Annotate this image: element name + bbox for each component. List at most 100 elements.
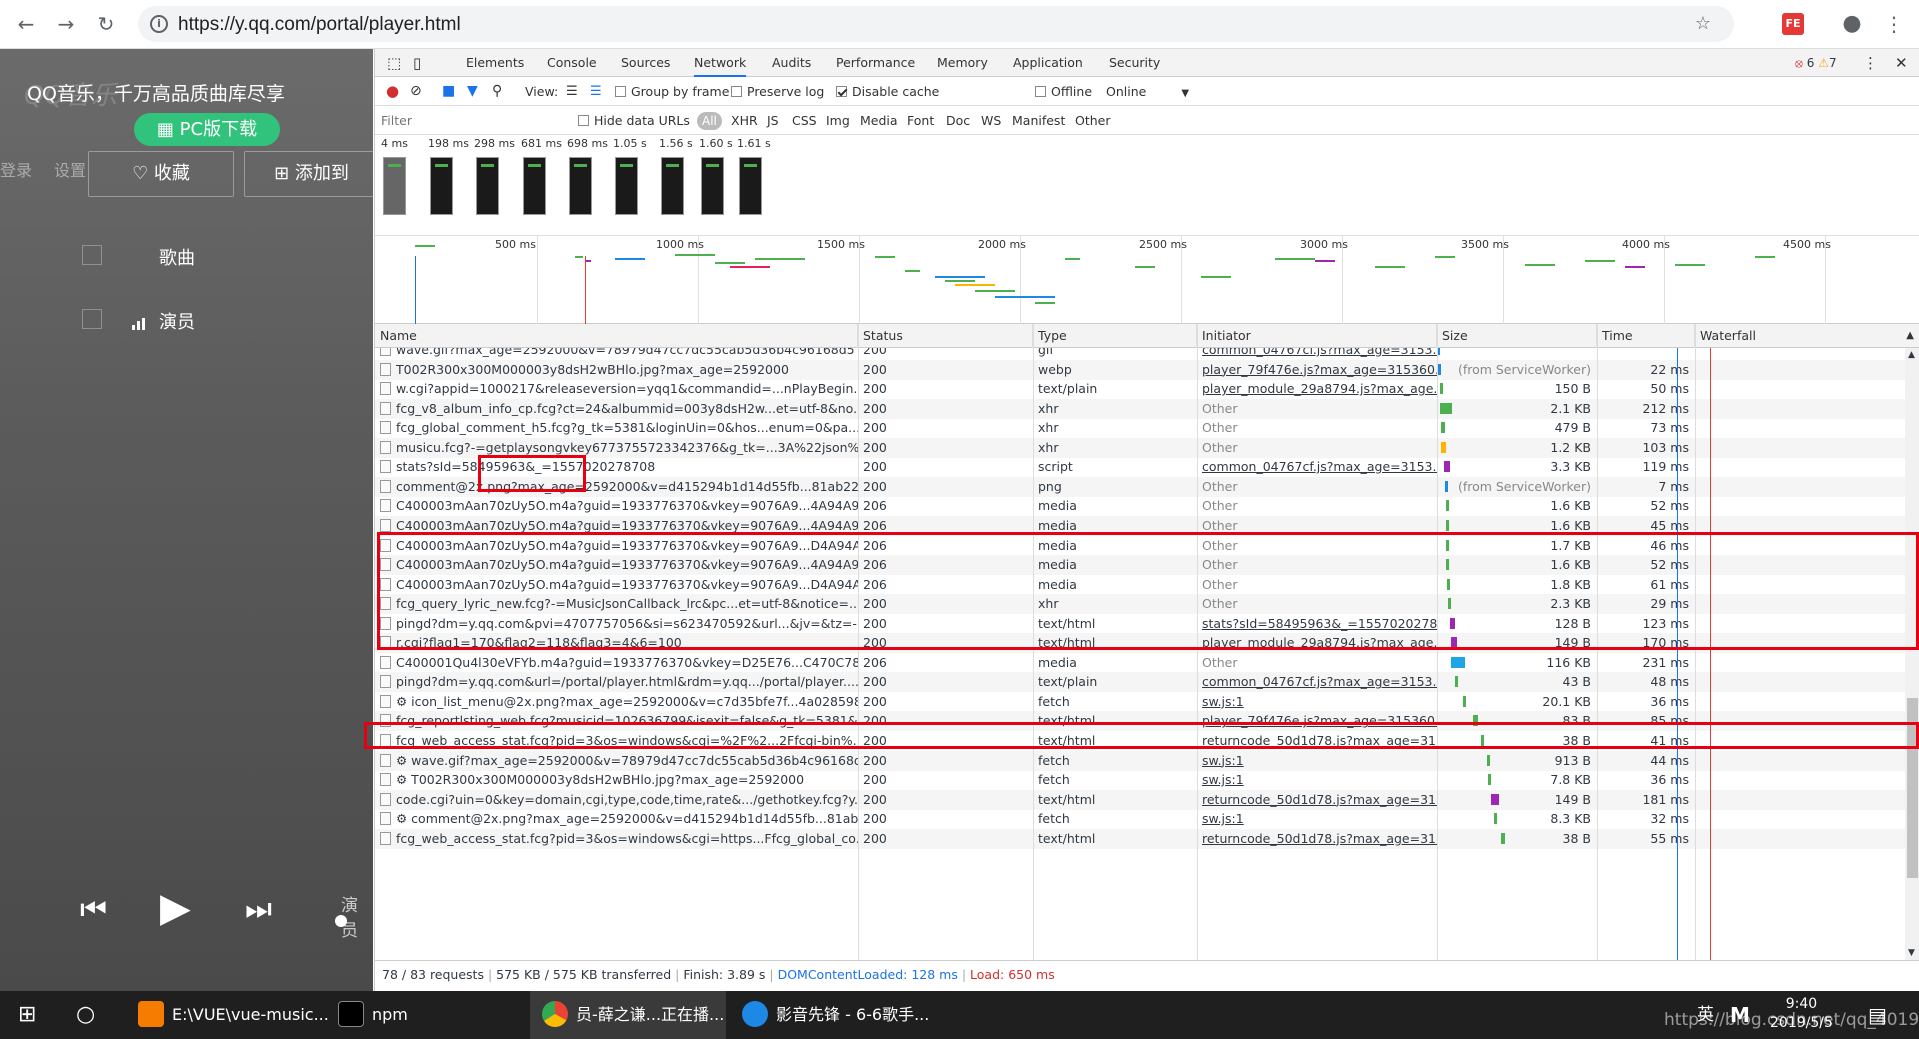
tab-network[interactable]: Network: [694, 49, 747, 77]
cell-name[interactable]: C400001Qu4l30eVFYb.m4a?guid=1933776370&v…: [375, 653, 858, 673]
cell-name[interactable]: C400003mAan70zUy5O.m4a?guid=1933776370&v…: [375, 496, 858, 516]
filter-xhr[interactable]: XHR: [731, 106, 758, 135]
previous-icon[interactable]: ⏮: [80, 892, 107, 927]
settings-link[interactable]: 设置: [54, 157, 86, 181]
cell-initiator[interactable]: common_04767cf.js?max_age=3153...: [1197, 457, 1437, 477]
hide-data-urls-checkbox[interactable]: [578, 115, 589, 126]
filter-manifest[interactable]: Manifest: [1012, 106, 1065, 135]
close-devtools-icon[interactable]: ✕: [1895, 49, 1908, 77]
tab-sources[interactable]: Sources: [621, 49, 670, 77]
column-type[interactable]: Type: [1033, 324, 1197, 348]
search-circle-icon[interactable]: ○: [76, 991, 95, 1039]
table-row[interactable]: fcg_web_access_stat.fcg?pid=3&os=windows…: [375, 828, 1905, 849]
column-time[interactable]: Time: [1597, 324, 1695, 348]
filter-img[interactable]: Img: [826, 106, 850, 135]
filmstrip-frame[interactable]: [476, 157, 499, 215]
cell-name[interactable]: code.cgi?uin=0&key=domain,cgi,type,code,…: [375, 790, 858, 810]
cell-name[interactable]: C400003mAan70zUy5O.m4a?guid=1933776370&v…: [375, 536, 858, 556]
table-row[interactable]: C400001Qu4l30eVFYb.m4a?guid=1933776370&v…: [375, 653, 1905, 673]
tab-audits[interactable]: Audits: [772, 49, 811, 77]
filter-css[interactable]: CSS: [792, 106, 817, 135]
next-icon[interactable]: ⏭: [245, 892, 272, 927]
cell-name[interactable]: fcg_web_access_stat.fcg?pid=3&os=windows…: [375, 731, 858, 751]
filter-funnel-icon[interactable]: ▼: [467, 77, 478, 106]
forward-icon[interactable]: →: [52, 10, 80, 38]
cell-name[interactable]: C400003mAan70zUy5O.m4a?guid=1933776370&v…: [375, 575, 858, 595]
filter-ws[interactable]: WS: [981, 106, 1001, 135]
tab-application[interactable]: Application: [1013, 49, 1083, 77]
table-row[interactable]: ⚙ comment@2x.png?max_age=2592000&v=d4152…: [375, 809, 1905, 829]
row-checkbox[interactable]: [82, 309, 102, 329]
login-link[interactable]: 登录: [0, 157, 32, 181]
cell-initiator[interactable]: returncode_50d1d78.js?max_age=31...: [1197, 829, 1437, 849]
table-row[interactable]: C400003mAan70zUy5O.m4a?guid=1933776370&v…: [375, 515, 1905, 536]
table-row[interactable]: r.cgi?flag1=170&flag2=118&flag3=4&6=100 2…: [375, 633, 1905, 654]
table-row[interactable]: C400003mAan70zUy5O.m4a?guid=1933776370&v…: [375, 575, 1905, 595]
progress-handle[interactable]: [335, 915, 347, 927]
scroll-down-icon[interactable]: ▼: [1908, 948, 1915, 958]
cell-initiator[interactable]: stats?sId=58495963&_=1557020278...: [1197, 614, 1437, 634]
cell-name[interactable]: musicu.fcg?-=getplaysongvkey677375572334…: [375, 438, 858, 458]
cell-name[interactable]: wave.gif?max_age=2592000&v=78979d47cc7dc…: [375, 348, 858, 360]
table-row[interactable]: musicu.fcg?-=getplaysongvkey677375572334…: [375, 437, 1905, 458]
preserve-log-option[interactable]: Preserve log: [731, 77, 824, 106]
tab-console[interactable]: Console: [547, 49, 597, 77]
notification-icon[interactable]: ▤: [1868, 991, 1887, 1039]
table-row[interactable]: code.cgi?uin=0&key=domain,cgi,type,code,…: [375, 789, 1905, 810]
menu-icon[interactable]: ⋮: [1880, 10, 1908, 38]
column-status[interactable]: Status: [858, 324, 1033, 348]
info-icon[interactable]: i: [150, 15, 168, 33]
throttling-select[interactable]: Online ▼: [1106, 77, 1189, 106]
taskbar-item-sublime[interactable]: E:\VUE\vue-music...: [130, 991, 329, 1039]
column-waterfall[interactable]: Waterfall ▲: [1695, 324, 1919, 348]
cell-name[interactable]: r.cgi?flag1=170&flag2=118&flag3=4&6=100: [375, 633, 858, 653]
offline-checkbox[interactable]: [1035, 86, 1046, 97]
filmstrip-frame[interactable]: [739, 157, 762, 215]
extension-fe-icon[interactable]: FE: [1782, 13, 1804, 35]
table-row[interactable]: pingd?dm=y.qq.com&pvi=4707757056&si=s623…: [375, 614, 1905, 634]
clear-icon[interactable]: ⊘: [410, 77, 422, 106]
column-size[interactable]: Size: [1437, 324, 1597, 348]
error-warning-counter[interactable]: ⦻ 6 ⚠7: [1795, 56, 1837, 71]
add-to-button[interactable]: ⊞ 添加到: [244, 151, 373, 197]
scroll-up-icon[interactable]: ▲: [1908, 350, 1915, 360]
disable-cache-checkbox[interactable]: [836, 86, 847, 97]
table-row[interactable]: C400003mAan70zUy5O.m4a?guid=1933776370&v…: [375, 536, 1905, 556]
cell-name[interactable]: pingd?dm=y.qq.com&pvi=4707757056&si=s623…: [375, 614, 858, 634]
cell-initiator[interactable]: sw.js:1: [1197, 751, 1437, 771]
filmstrip-frame[interactable]: [383, 157, 406, 215]
cell-name[interactable]: fcg_web_access_stat.fcg?pid=3&os=windows…: [375, 829, 858, 849]
filter-input[interactable]: [381, 111, 561, 130]
inspect-icon[interactable]: ⬚: [387, 49, 401, 77]
table-row[interactable]: ⚙ wave.gif?max_age=2592000&v=78979d47cc7…: [375, 750, 1905, 771]
cell-name[interactable]: fcg_global_comment_h5.fcg?g_tk=5381&logi…: [375, 418, 858, 438]
url-text[interactable]: https://y.qq.com/portal/player.html: [178, 14, 461, 36]
table-row[interactable]: stats?sId=58495963&_=1557020278708 200 scr…: [375, 457, 1905, 477]
cell-name[interactable]: T002R300x300M000003y8dsH2wBHlo.jpg?max_a…: [375, 360, 858, 380]
filmstrip-frame[interactable]: [615, 157, 638, 215]
cell-initiator[interactable]: player_module_29a8794.js?max_age...: [1197, 633, 1437, 653]
table-row[interactable]: comment@2x.png?max_age=2592000&v=d415294…: [375, 476, 1905, 497]
filter-js[interactable]: JS: [767, 106, 779, 135]
tab-performance[interactable]: Performance: [836, 49, 915, 77]
cell-name[interactable]: ⚙ icon_list_menu@2x.png?max_age=2592000&…: [375, 692, 858, 712]
windows-start-icon[interactable]: ⊞: [18, 991, 36, 1039]
tab-security[interactable]: Security: [1109, 49, 1160, 77]
device-toggle-icon[interactable]: ▯: [413, 49, 421, 77]
cell-name[interactable]: ⚙ wave.gif?max_age=2592000&v=78979d47cc7…: [375, 751, 858, 771]
column-initiator[interactable]: Initiator: [1197, 324, 1437, 348]
cell-initiator[interactable]: sw.js:1: [1197, 770, 1437, 790]
filmstrip-frame[interactable]: [430, 157, 453, 215]
reload-icon[interactable]: ↻: [92, 10, 120, 38]
table-row[interactable]: fcg_global_comment_h5.fcg?g_tk=5381&logi…: [375, 418, 1905, 438]
group-by-frame-option[interactable]: Group by frame: [615, 77, 729, 106]
cell-name[interactable]: C400003mAan70zUy5O.m4a?guid=1933776370&v…: [375, 516, 858, 536]
cell-name[interactable]: fcg_v8_album_info_cp.fcg?ct=24&albummid=…: [375, 399, 858, 419]
preserve-log-checkbox[interactable]: [731, 86, 742, 97]
filter-other[interactable]: Other: [1075, 106, 1111, 135]
scroll-thumb[interactable]: [1907, 698, 1918, 878]
filmstrip-frame[interactable]: [569, 157, 592, 215]
taskbar-item-npm[interactable]: npm: [330, 991, 526, 1039]
cell-name[interactable]: pingd?dm=y.qq.com&url=/portal/player.htm…: [375, 672, 858, 692]
filmstrip-frame[interactable]: [523, 157, 546, 215]
